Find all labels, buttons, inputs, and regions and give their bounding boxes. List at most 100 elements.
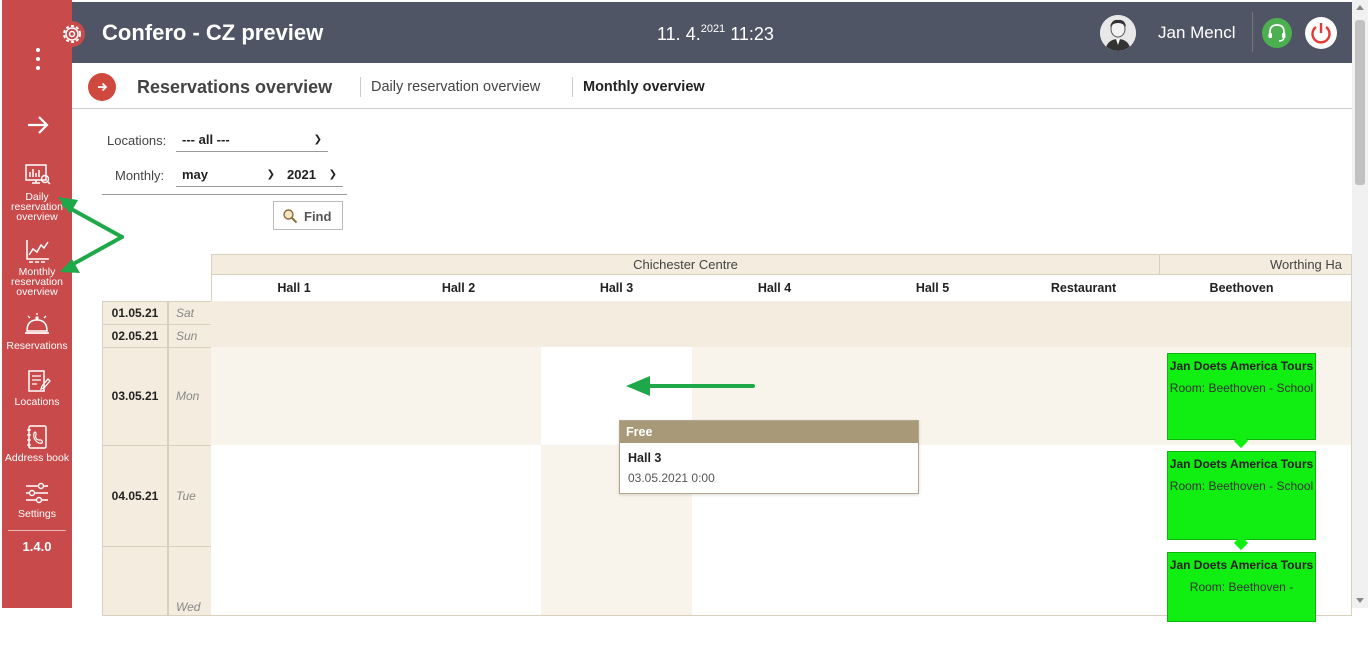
sidebar-item-daily-overview[interactable]: Daily reservation overview <box>2 163 72 222</box>
sidebar-item-monthly-overview[interactable]: Monthly reservation overview <box>2 238 72 297</box>
calendar-cell[interactable] <box>211 546 377 616</box>
reservation-block[interactable]: Jan Doets America Tours Room: Beethoven … <box>1167 451 1316 540</box>
calendar-cell[interactable] <box>692 324 858 348</box>
row-date: 04.05.21 <box>102 445 168 547</box>
sidebar-item-label: Address book <box>4 452 70 464</box>
sidebar-item-label: Locations <box>14 396 60 408</box>
user-avatar-icon <box>1100 15 1136 51</box>
calendar-cell[interactable] <box>1008 324 1160 348</box>
avatar[interactable] <box>1100 15 1136 51</box>
calendar-cell[interactable] <box>376 347 542 446</box>
reservation-room: Room: Beethoven - <box>1189 580 1294 594</box>
chevron-down-icon: ❯ <box>313 134 322 145</box>
monthly-overview-icon <box>26 240 49 263</box>
location-header: Chichester Centre <box>211 254 1160 275</box>
row-day: Sat <box>168 301 212 325</box>
divider <box>360 77 361 97</box>
scrollbar-thumb[interactable] <box>1355 20 1365 185</box>
year-select[interactable]: 2021 ❯ <box>281 165 343 187</box>
calendar-cell[interactable] <box>1324 347 1352 446</box>
annotation-arrow <box>62 203 124 239</box>
support-button[interactable] <box>1262 18 1292 48</box>
divider <box>1252 12 1253 52</box>
reservation-room: Room: Beethoven - School <box>1169 381 1314 395</box>
location-header: Worthing Ha <box>1159 254 1352 275</box>
month-select[interactable]: may ❯ <box>176 165 281 187</box>
expand-sidebar-arrow-icon[interactable] <box>26 114 50 136</box>
calendar-cell[interactable] <box>1324 301 1352 325</box>
calendar-cell[interactable] <box>541 301 693 325</box>
sidebar-item-locations[interactable]: Locations <box>2 368 72 407</box>
reservation-block[interactable]: Jan Doets America Tours Room: Beethoven … <box>1167 552 1316 622</box>
calendar-cell[interactable] <box>1008 546 1160 616</box>
sidebar-item-reservations[interactable]: Reservations <box>2 312 72 351</box>
chevron-down-icon: ❯ <box>328 169 337 180</box>
sidebar-item-settings[interactable]: Settings <box>2 480 72 519</box>
locations-select[interactable]: --- all --- ❯ <box>176 130 328 152</box>
calendar-cell[interactable] <box>1159 301 1325 325</box>
column-header: Beethoven <box>1159 275 1325 302</box>
calendar-cell[interactable] <box>376 445 542 547</box>
calendar-cell[interactable] <box>1008 301 1160 325</box>
page-scrollbar[interactable] <box>1352 0 1368 608</box>
calendar-cell[interactable] <box>1008 347 1160 446</box>
sidebar-item-label: Reservations <box>6 340 68 352</box>
sliders-icon <box>26 482 48 504</box>
row-day: Tue <box>168 445 212 547</box>
clock-day: 11. 4. <box>657 24 701 44</box>
calendar-cell[interactable] <box>211 445 377 547</box>
calendar-cell[interactable] <box>541 324 693 348</box>
calendar-cell[interactable] <box>692 301 858 325</box>
power-icon <box>1311 23 1331 44</box>
calendar-cell[interactable] <box>541 546 693 616</box>
address-book-icon <box>27 425 47 449</box>
menu-kebab-icon[interactable] <box>28 44 48 74</box>
calendar-cell[interactable] <box>1324 445 1352 547</box>
user-name[interactable]: Jan Mencl <box>1158 23 1235 43</box>
calendar-cell[interactable] <box>1324 546 1352 616</box>
logout-button[interactable] <box>1305 17 1337 49</box>
column-header: Restaurant <box>1008 275 1160 302</box>
calendar-cell[interactable] <box>211 347 377 446</box>
calendar-cell[interactable] <box>857 324 1009 348</box>
sidebar-item-label: Settings <box>18 508 56 520</box>
tooltip-status: Free <box>620 421 918 443</box>
monthly-label: Monthly: <box>115 168 165 183</box>
tab-monthly-overview[interactable]: Monthly overview <box>583 79 705 95</box>
calendar-cell[interactable] <box>1008 445 1160 547</box>
clock-time: 11:23 <box>730 24 774 44</box>
calendar-cell[interactable] <box>211 324 377 348</box>
headset-icon <box>1268 24 1286 42</box>
find-button[interactable]: Find <box>273 201 343 230</box>
scroll-up-icon[interactable] <box>1356 5 1364 10</box>
column-header: Hall 2 <box>376 275 542 302</box>
calendar-cell[interactable] <box>857 301 1009 325</box>
scroll-down-icon[interactable] <box>1356 598 1364 603</box>
calendar-cell[interactable] <box>857 546 1009 616</box>
clock: 11. 4.2021 11:23 <box>657 23 774 45</box>
annotation-arrow <box>64 235 124 270</box>
back-button[interactable] <box>88 73 116 101</box>
tooltip-room: Hall 3 <box>628 451 662 465</box>
row-date: 02.05.21 <box>102 324 168 348</box>
gear-icon[interactable] <box>58 20 86 48</box>
row-date: 01.05.21 <box>102 301 168 325</box>
sidebar-item-label: Daily reservation overview <box>11 191 63 223</box>
tab-daily-reservation-overview[interactable]: Daily reservation overview <box>371 79 540 95</box>
clock-year: 2021 <box>700 23 726 35</box>
calendar-cell[interactable] <box>1324 324 1352 348</box>
find-button-label: Find <box>304 209 332 224</box>
calendar-cell[interactable] <box>376 301 542 325</box>
sidebar-item-address-book[interactable]: Address book <box>2 424 72 463</box>
top-bar: Confero - CZ preview 11. 4.2021 11:23 Ja… <box>72 2 1352 63</box>
calendar-cell[interactable] <box>376 546 542 616</box>
column-header: Hall 4 <box>692 275 858 302</box>
reservation-title: Jan Doets America Tours <box>1169 359 1314 373</box>
calendar-cell[interactable] <box>211 301 377 325</box>
calendar-cell[interactable] <box>1159 324 1325 348</box>
calendar-cell[interactable] <box>692 546 858 616</box>
reservation-block[interactable]: Jan Doets America Tours Room: Beethoven … <box>1167 353 1316 440</box>
locations-label: Locations: <box>107 133 167 148</box>
bell-icon <box>25 313 49 334</box>
calendar-cell[interactable] <box>376 324 542 348</box>
